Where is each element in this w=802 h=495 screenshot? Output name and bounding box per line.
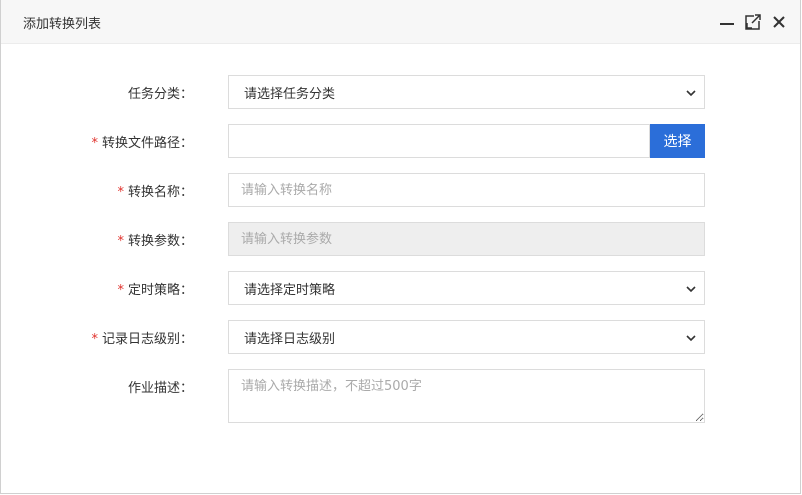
chevron-down-icon xyxy=(686,90,696,97)
required-mark: * xyxy=(117,185,124,200)
close-icon[interactable] xyxy=(770,13,788,31)
description-label: 作业描述： xyxy=(127,381,193,396)
log-level-selected: 请选择日志级别 xyxy=(244,331,336,347)
required-mark: * xyxy=(91,136,98,151)
required-mark: * xyxy=(91,332,98,347)
log-level-select[interactable]: 请选择日志级别 xyxy=(228,320,705,354)
choose-file-button[interactable]: 选择 xyxy=(650,124,705,158)
maximize-icon[interactable] xyxy=(744,13,762,31)
task-category-label: 任务分类： xyxy=(127,87,193,102)
add-conversion-dialog: 添加转换列表 任务分类： 请选择任务分类 * 转换文件路径： 选择 * 转换名称… xyxy=(0,0,801,494)
dialog-title: 添加转换列表 xyxy=(23,17,102,32)
params-input xyxy=(228,222,705,256)
required-mark: * xyxy=(117,234,124,249)
chevron-down-icon xyxy=(686,286,696,293)
task-category-select[interactable]: 请选择任务分类 xyxy=(228,75,705,109)
name-label: * 转换名称： xyxy=(117,185,193,200)
name-input[interactable] xyxy=(228,173,705,207)
description-textarea[interactable] xyxy=(228,369,705,423)
file-path-input[interactable] xyxy=(228,124,650,158)
strategy-label: * 定时策略： xyxy=(117,283,193,298)
minimize-icon[interactable] xyxy=(718,13,736,31)
strategy-selected: 请选择定时策略 xyxy=(244,282,336,298)
task-category-selected: 请选择任务分类 xyxy=(244,86,336,102)
params-label: * 转换参数： xyxy=(117,234,193,249)
file-path-label: * 转换文件路径： xyxy=(91,136,193,151)
required-mark: * xyxy=(117,283,124,298)
chevron-down-icon xyxy=(686,335,696,342)
strategy-select[interactable]: 请选择定时策略 xyxy=(228,271,705,305)
dialog-titlebar: 添加转换列表 xyxy=(1,0,800,44)
log-level-label: * 记录日志级别： xyxy=(91,332,193,347)
